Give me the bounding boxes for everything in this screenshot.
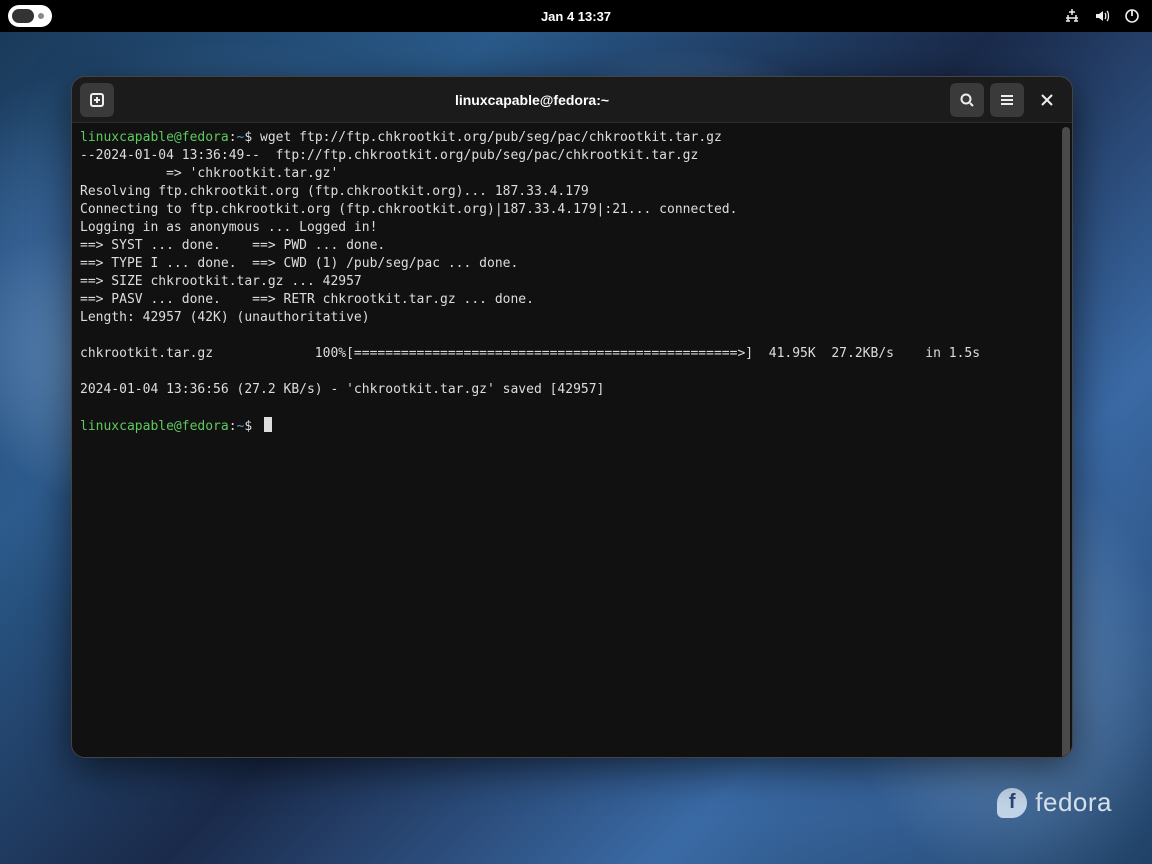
search-button[interactable] bbox=[950, 83, 984, 117]
terminal-output: --2024-01-04 13:36:49-- ftp://ftp.chkroo… bbox=[80, 148, 980, 397]
prompt-sep: : bbox=[229, 130, 237, 145]
cursor bbox=[264, 417, 272, 432]
terminal-titlebar[interactable]: linuxcapable@fedora:~ bbox=[72, 77, 1072, 123]
new-tab-button[interactable] bbox=[80, 83, 114, 117]
terminal-content[interactable]: linuxcapable@fedora:~$ wget ftp://ftp.ch… bbox=[72, 123, 1072, 757]
power-icon bbox=[1124, 8, 1140, 24]
clock[interactable]: Jan 4 13:37 bbox=[541, 9, 611, 24]
gnome-top-bar: Jan 4 13:37 bbox=[0, 0, 1152, 32]
volume-icon bbox=[1094, 8, 1110, 24]
fedora-badge-icon: f bbox=[997, 788, 1027, 818]
terminal-window: linuxcapable@fedora:~ linuxcapable@fedor… bbox=[71, 76, 1073, 758]
menu-button[interactable] bbox=[990, 83, 1024, 117]
prompt-user-2: linuxcapable@fedora bbox=[80, 419, 229, 434]
activities-button[interactable] bbox=[8, 5, 52, 27]
terminal-title: linuxcapable@fedora:~ bbox=[120, 92, 944, 108]
fedora-logo: f fedora bbox=[997, 787, 1112, 818]
network-icon bbox=[1064, 8, 1080, 24]
close-button[interactable] bbox=[1030, 83, 1064, 117]
command-text: wget ftp://ftp.chkrootkit.org/pub/seg/pa… bbox=[260, 130, 722, 145]
fedora-text: fedora bbox=[1035, 787, 1112, 818]
workspace-dot-icon bbox=[38, 13, 44, 19]
prompt-symbol: $ bbox=[244, 130, 260, 145]
terminal-scrollbar[interactable] bbox=[1062, 127, 1070, 757]
workspace-indicator-icon bbox=[12, 9, 34, 23]
prompt-user: linuxcapable@fedora bbox=[80, 130, 229, 145]
system-tray[interactable] bbox=[1064, 8, 1140, 24]
